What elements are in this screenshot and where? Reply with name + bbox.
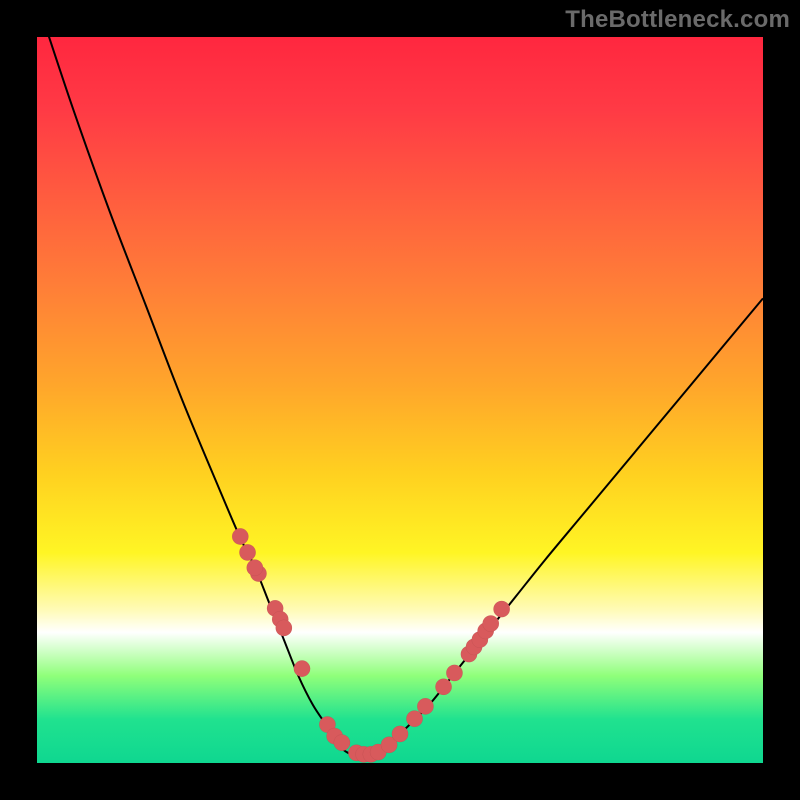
- bottleneck-curve: [44, 22, 763, 756]
- scatter-dots: [232, 528, 510, 762]
- data-point: [493, 601, 509, 617]
- data-point: [232, 528, 248, 544]
- plot-svg: [37, 37, 763, 763]
- data-point: [435, 679, 451, 695]
- chart-container: TheBottleneck.com: [0, 0, 800, 800]
- data-point: [239, 544, 255, 560]
- data-point: [294, 660, 310, 676]
- data-point: [334, 734, 350, 750]
- watermark-text: TheBottleneck.com: [565, 6, 790, 34]
- plot-area: [37, 37, 763, 763]
- data-point: [483, 615, 499, 631]
- data-point: [417, 698, 433, 714]
- data-point: [276, 620, 292, 636]
- data-point: [446, 665, 462, 681]
- data-point: [247, 560, 263, 576]
- data-point: [392, 726, 408, 742]
